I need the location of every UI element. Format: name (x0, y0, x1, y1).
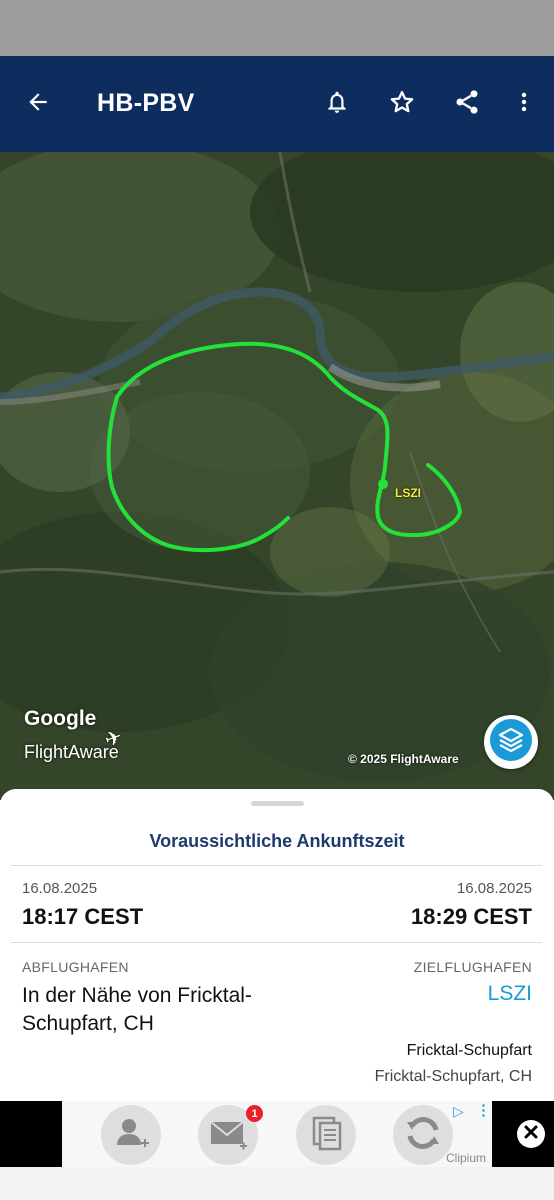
ad-refresh-button[interactable] (393, 1105, 453, 1165)
origin-airport: In der Nähe von Fricktal-Schupfart, CH (22, 984, 252, 1035)
satellite-terrain (0, 152, 554, 800)
eta-title: Voraussichtliche Ankunftszeit (149, 831, 405, 851)
app-bar: HB-PBV (0, 56, 554, 152)
add-mail-icon (208, 1113, 248, 1158)
destination-city: Fricktal-Schupfart (406, 1042, 532, 1059)
origin-label: ABFLUGHAFEN (22, 959, 129, 975)
layers-icon (490, 718, 532, 766)
departure-time: 18:17 CEST (22, 904, 144, 929)
ad-clipboard-button[interactable] (296, 1105, 356, 1165)
more-menu-button[interactable] (500, 80, 548, 128)
destination-label: ZIELFLUGHAFEN (413, 959, 532, 975)
share-icon (453, 88, 481, 121)
back-button[interactable] (14, 80, 62, 128)
ad-contact-button[interactable] (101, 1105, 161, 1165)
ad-frame-left (0, 1101, 62, 1167)
divider (11, 865, 542, 866)
airport-marker (378, 479, 388, 489)
arrow-left-icon (25, 89, 51, 120)
ad-banner[interactable]: 1 ▷ ⋮ Clipium (0, 1101, 554, 1167)
notification-badge: 1 (246, 1105, 263, 1122)
airport-label: LSZI (395, 486, 421, 500)
navigation-bar (0, 1167, 554, 1200)
arrival-time: 18:29 CEST (410, 904, 532, 929)
flight-details-sheet: Voraussichtliche Ankunftszeit 16.08.2025… (0, 789, 554, 1101)
star-icon (388, 88, 416, 121)
status-bar (0, 0, 554, 56)
destination-region: Fricktal-Schupfart, CH (374, 1068, 532, 1085)
flight-map[interactable]: LSZI Google FlightAware ✈ © 2025 FlightA… (0, 152, 554, 800)
flightaware-logo: FlightAware (24, 742, 119, 762)
bell-icon (324, 89, 350, 120)
divider (11, 942, 542, 943)
ad-close-button[interactable] (517, 1120, 545, 1148)
arrival-date: 16.08.2025 (456, 880, 532, 897)
google-logo: Google (24, 707, 97, 730)
add-contact-icon (111, 1113, 151, 1158)
map-copyright: © 2025 FlightAware (348, 752, 459, 766)
destination-airport-link[interactable]: LSZI (488, 982, 532, 1006)
page-title: HB-PBV (97, 89, 195, 117)
ad-menu-icon[interactable]: ⋮ (476, 1101, 491, 1119)
ad-brand: Clipium (446, 1151, 487, 1165)
alert-button[interactable] (313, 80, 361, 128)
more-vertical-icon (512, 90, 536, 119)
clipboard-icon (306, 1113, 346, 1158)
map-layers-button[interactable] (484, 715, 538, 769)
sheet-drag-handle[interactable] (251, 801, 304, 806)
share-button[interactable] (443, 80, 491, 128)
departure-date: 16.08.2025 (22, 880, 98, 897)
refresh-icon (402, 1112, 444, 1159)
adchoices-icon[interactable]: ▷ (453, 1103, 464, 1120)
close-icon (524, 1125, 538, 1144)
favorite-button[interactable] (378, 80, 426, 128)
